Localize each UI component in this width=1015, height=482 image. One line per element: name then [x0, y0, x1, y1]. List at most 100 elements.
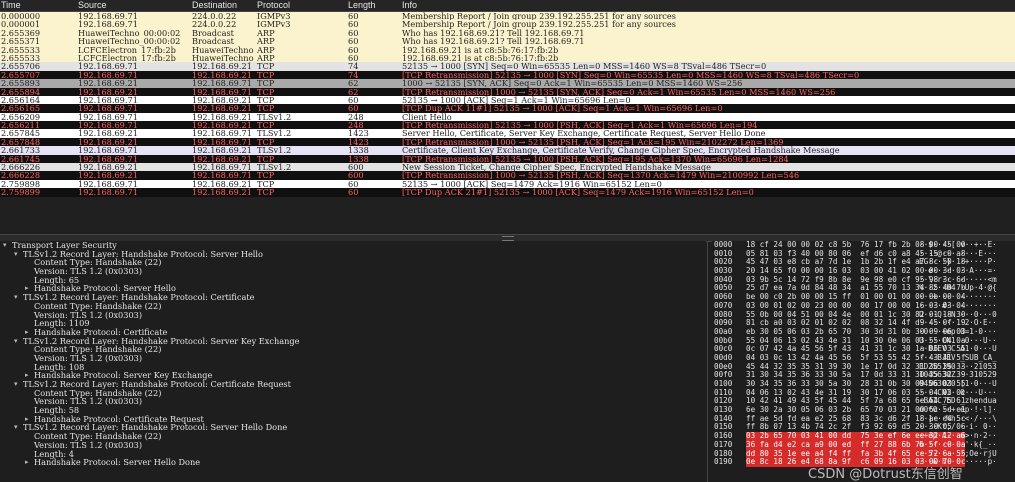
watermark: CSDN @Dotrust东信创智: [808, 467, 963, 482]
cell-time: 2.655533: [1, 45, 41, 54]
cell-length: 60: [348, 20, 359, 29]
expanded-arrow-icon[interactable]: ▾: [14, 250, 22, 259]
cell-info: [TCP Retransmission] 52135 → 1000 [PSH, …: [402, 154, 789, 164]
cell-destination: 192.168.69.71: [192, 163, 252, 172]
cell-source: 192.168.69.71: [78, 154, 138, 164]
expanded-arrow-icon[interactable]: ▾: [14, 423, 22, 432]
cell-destination: 224.0.0.22: [192, 12, 237, 21]
table-row[interactable]: 2.657845 192.168.69.21 192.168.69.71 TLSv1.…: [0, 129, 1015, 138]
cell-destination: 192.168.69.21: [192, 104, 252, 113]
table-row[interactable]: 2.655706 192.168.69.71 192.168.69.21 TCP 74 5…: [0, 62, 1015, 71]
column-header-protocol[interactable]: Protocol: [257, 0, 345, 11]
cell-time: 2.655533: [1, 53, 41, 63]
table-row[interactable]: 2.655533 LCFCElectron_17:fb:2b HuaweiTechn…: [0, 45, 1015, 54]
cell-info: Certificate, Client Key Exchange, Certif…: [402, 146, 840, 155]
table-row[interactable]: 2.759898 192.168.69.71 192.168.69.21 TCP 60 5…: [0, 179, 1015, 189]
table-row[interactable]: 2.655533 LCFCElectron_17:fb:2b HuaweiTechn…: [0, 53, 1015, 63]
packet-list[interactable]: 0.000000 192.168.69.71 224.0.0.22 IGMPv3 60 M…: [0, 12, 1015, 232]
cell-info: Who has 192.168.69.21? Tell 192.168.69.7…: [402, 28, 585, 38]
table-row[interactable]: 2.666226 192.168.69.21 192.168.69.71 TLSv1.…: [0, 163, 1015, 172]
cell-protocol: ARP: [257, 53, 275, 63]
table-row[interactable]: 2.655894 192.168.69.21 192.168.69.71 TCP 62 […: [0, 87, 1015, 96]
table-row[interactable]: 2.655369 HuaweiTechno_00:00:02 Broadcast AR…: [0, 28, 1015, 38]
cell-source: 192.168.69.71: [78, 179, 138, 189]
cell-length: 62: [348, 79, 359, 88]
cell-protocol: ARP: [257, 45, 275, 54]
cell-source: 192.168.69.21: [78, 137, 138, 147]
cell-source: 192.168.69.21: [78, 163, 138, 172]
expanded-arrow-icon[interactable]: ▾: [14, 380, 22, 389]
table-row[interactable]: 2.656165 192.168.69.71 192.168.69.21 TCP 60 […: [0, 104, 1015, 113]
table-row[interactable]: 2.655371 HuaweiTechno_00:00:02 Broadcast AR…: [0, 37, 1015, 46]
cell-time: 0.000000: [1, 12, 41, 21]
cell-length: 60: [348, 37, 359, 46]
table-row[interactable]: 2.655707 192.168.69.71 192.168.69.21 TCP 74 […: [0, 70, 1015, 80]
cell-info: 52135 → 1000 [ACK] Seq=1 Ack=1 Win=65696…: [402, 95, 631, 105]
tree-item-label: Handshake Protocol: Server Hello Done: [34, 457, 201, 468]
tree-item[interactable]: ▸ Handshake Protocol: Server Hello Done: [0, 458, 706, 467]
cell-time: 2.666226: [1, 163, 41, 172]
table-row[interactable]: 2.655893 192.168.69.21 192.168.69.71 TCP 62 1…: [0, 79, 1015, 88]
tree-item[interactable]: Version: TLS 1.2 (0x0303): [0, 267, 706, 276]
cell-length: 60: [348, 45, 359, 54]
cell-info: Server Hello, Certificate, Server Key Ex…: [402, 129, 766, 138]
cell-length: 60: [348, 188, 359, 197]
table-row[interactable]: 2.656164 192.168.69.71 192.168.69.21 TCP 60 5…: [0, 95, 1015, 105]
cell-info: New Session Ticket, Change Cipher Spec, …: [402, 163, 711, 172]
cell-time: 2.666228: [1, 171, 41, 180]
table-row[interactable]: 2.661733 192.168.69.71 192.168.69.21 TLSv1.…: [0, 146, 1015, 155]
table-row[interactable]: 2.656209 192.168.69.71 192.168.69.21 TLSv1.…: [0, 112, 1015, 122]
packet-bytes-pane[interactable]: 0000 18 cf 24 00 00 02 c8 5b 76 17 fb 2b …: [712, 241, 1015, 482]
expanded-arrow-icon[interactable]: ▾: [3, 241, 11, 250]
cell-length: 74: [348, 62, 359, 71]
cell-protocol: TCP: [257, 179, 275, 189]
table-row[interactable]: 2.656211 192.168.69.71 192.168.69.21 TCP 248…: [0, 121, 1015, 130]
column-header-source[interactable]: Source: [78, 0, 188, 11]
table-row[interactable]: 2.759899 192.168.69.71 192.168.69.21 TCP 60 […: [0, 188, 1015, 197]
cell-protocol: TLSv1.2: [257, 112, 292, 122]
column-header-info[interactable]: Info: [402, 0, 1012, 11]
cell-info: [TCP Dup ACK 11#1] 52135 → 1000 [ACK] Se…: [402, 104, 723, 113]
packet-details-tree[interactable]: ▾ Transport Layer Security ▾ TLSv1.2 Record…: [0, 241, 706, 482]
cell-length: 1423: [348, 137, 369, 147]
table-row[interactable]: 2.657848 192.168.69.21 192.168.69.71 TCP 142…: [0, 137, 1015, 147]
cell-destination: 192.168.69.71: [192, 129, 252, 138]
cell-protocol: TCP: [257, 188, 275, 197]
cell-destination: 192.168.69.71: [192, 137, 252, 147]
cell-length: 600: [348, 171, 364, 180]
tree-item[interactable]: Version: TLS 1.2 (0x0303): [0, 441, 706, 450]
cell-protocol: TLSv1.2: [257, 163, 292, 172]
cell-protocol: TLSv1.2: [257, 129, 292, 138]
tree-item[interactable]: Version: TLS 1.2 (0x0303): [0, 354, 706, 363]
column-header-length[interactable]: Length: [348, 0, 398, 11]
table-row[interactable]: 2.666228 192.168.69.21 192.168.69.71 TCP 600…: [0, 171, 1015, 180]
cell-info: 192.168.69.21 is at c8:5b:76:17:fb:2b: [402, 45, 559, 54]
tree-item[interactable]: Version: TLS 1.2 (0x0303): [0, 310, 706, 320]
cell-length: 1338: [348, 146, 369, 155]
cell-protocol: TCP: [257, 121, 275, 130]
cell-length: 62: [348, 87, 359, 96]
cell-time: 2.655706: [1, 62, 41, 71]
table-row[interactable]: 2.661745 192.168.69.71 192.168.69.21 TCP 133…: [0, 154, 1015, 164]
column-header-time[interactable]: Time: [1, 0, 75, 11]
cell-protocol: TCP: [257, 137, 275, 147]
cell-source: 192.168.69.71: [78, 12, 138, 21]
hex-offset: 0190: [714, 457, 733, 467]
cell-protocol: IGMPv3: [257, 20, 291, 29]
cell-destination: 192.168.69.21: [192, 146, 252, 155]
tree-item[interactable]: Version: TLS 1.2 (0x0303): [0, 397, 706, 406]
column-header-destination[interactable]: Destination: [192, 0, 254, 11]
expanded-arrow-icon[interactable]: ▾: [14, 337, 22, 346]
cell-protocol: TCP: [257, 95, 275, 105]
pane-splitter-vertical[interactable]: [707, 241, 708, 482]
cell-length: 60: [348, 95, 359, 105]
cell-protocol: TCP: [257, 87, 275, 96]
table-row[interactable]: 0.000001 192.168.69.71 224.0.0.22 IGMPv3 60 M…: [0, 20, 1015, 29]
cell-protocol: TCP: [257, 171, 275, 180]
cell-info: [TCP Dup ACK 21#1] 52135 → 1000 [ACK] Se…: [402, 188, 754, 197]
table-row[interactable]: 0.000000 192.168.69.71 224.0.0.22 IGMPv3 60 M…: [0, 12, 1015, 21]
expanded-arrow-icon[interactable]: ▾: [14, 293, 22, 302]
cell-length: 60: [348, 104, 359, 113]
collapsed-arrow-icon[interactable]: ▸: [25, 458, 33, 467]
cell-length: 248: [348, 112, 364, 122]
